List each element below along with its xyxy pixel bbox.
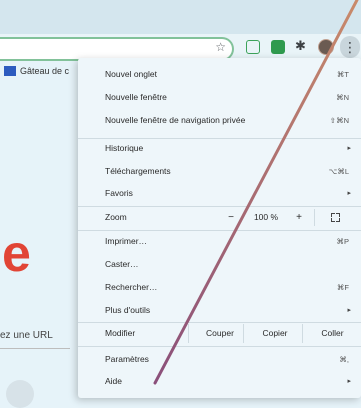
menu-item-label: Aide [105,376,123,386]
menu-item-shortcut: ⌘N [336,93,349,102]
bookmark-star-icon[interactable]: ☆ [215,40,226,54]
menu-item-shortcut: ⌘T [336,70,349,79]
menu-item-new-tab[interactable]: Nouvel onglet ⌘T [78,63,361,86]
zoom-level: 100 % [253,212,279,222]
paste-button[interactable]: Coller [302,324,361,343]
menu-item-label: Nouvel onglet [105,69,157,79]
menu-item-downloads[interactable]: Téléchargements ⌥⌘L [78,160,361,183]
zoom-in-button[interactable]: + [292,206,306,229]
extension-screenshot-icon[interactable] [246,40,260,54]
google-logo-fragment: e [2,225,31,283]
cut-button[interactable]: Couper [188,324,251,343]
search-box-placeholder[interactable]: ez une URL [0,330,53,341]
zoom-out-button[interactable]: − [224,206,238,229]
menu-item-label: Historique [105,143,144,153]
chrome-menu-button[interactable]: ⋮ [340,36,360,58]
menu-item-shortcut: ⌥⌘L [328,167,349,176]
profile-avatar[interactable] [318,39,334,55]
bookmark-label: Gâteau de c [20,66,70,76]
search-box-underline [0,348,70,349]
menu-item-new-incognito-window[interactable]: Nouvelle fenêtre de navigation privée ⇧⌘… [78,109,361,132]
menu-separator [78,346,361,347]
bookmark-favicon-icon [4,66,16,76]
menu-item-history[interactable]: Historique ▸ [78,137,361,160]
menu-item-label: Paramètres [105,354,149,364]
submenu-arrow-icon: ▸ [347,307,351,314]
menu-item-new-window[interactable]: Nouvelle fenêtre ⌘N [78,86,361,109]
menu-item-print[interactable]: Imprimer… ⌘P [78,230,361,253]
shortcut-tile[interactable] [6,380,34,408]
menu-item-label: Nouvelle fenêtre de navigation privée [105,115,246,125]
menu-item-label: Plus d'outils [105,305,151,315]
menu-item-shortcut: ⌘P [336,237,349,246]
extensions-puzzle-icon[interactable]: ✱ [295,38,306,54]
menu-item-label: Téléchargements [105,166,171,176]
menu-item-shortcut: ⌘, [339,355,349,364]
menu-item-label: Imprimer… [105,236,148,246]
menu-item-label: Favoris [105,188,133,198]
menu-edit-row: Modifier Couper Copier Coller [78,322,361,345]
tab-strip [0,0,361,34]
menu-item-label: Caster… [105,259,139,269]
menu-item-settings[interactable]: Paramètres ⌘, [78,348,361,371]
submenu-arrow-icon: ▸ [347,378,351,385]
menu-item-bookmarks[interactable]: Favoris ▸ [78,182,361,205]
menu-item-shortcut: ⌘F [336,283,349,292]
submenu-arrow-icon: ▸ [347,145,351,152]
extension-sheets-icon[interactable] [271,40,285,54]
menu-item-label: Rechercher… [105,282,158,292]
zoom-label: Zoom [105,212,127,222]
menu-item-find[interactable]: Rechercher… ⌘F [78,276,361,299]
menu-item-help[interactable]: Aide ▸ [78,370,361,393]
chrome-menu: Nouvel onglet ⌘T Nouvelle fenêtre ⌘N Nou… [78,58,361,398]
submenu-arrow-icon: ▸ [347,190,351,197]
edit-label: Modifier [105,328,136,338]
zoom-divider [314,209,315,226]
menu-item-label: Nouvelle fenêtre [105,92,167,102]
fullscreen-icon[interactable] [331,213,340,222]
copy-button[interactable]: Copier [243,324,306,343]
menu-zoom-row: Zoom − 100 % + [78,206,361,229]
menu-item-cast[interactable]: Caster… [78,253,361,276]
menu-item-shortcut: ⇧⌘N [329,116,349,125]
menu-item-more-tools[interactable]: Plus d'outils ▸ [78,299,361,322]
bookmark-item[interactable]: Gâteau de c [0,62,69,80]
